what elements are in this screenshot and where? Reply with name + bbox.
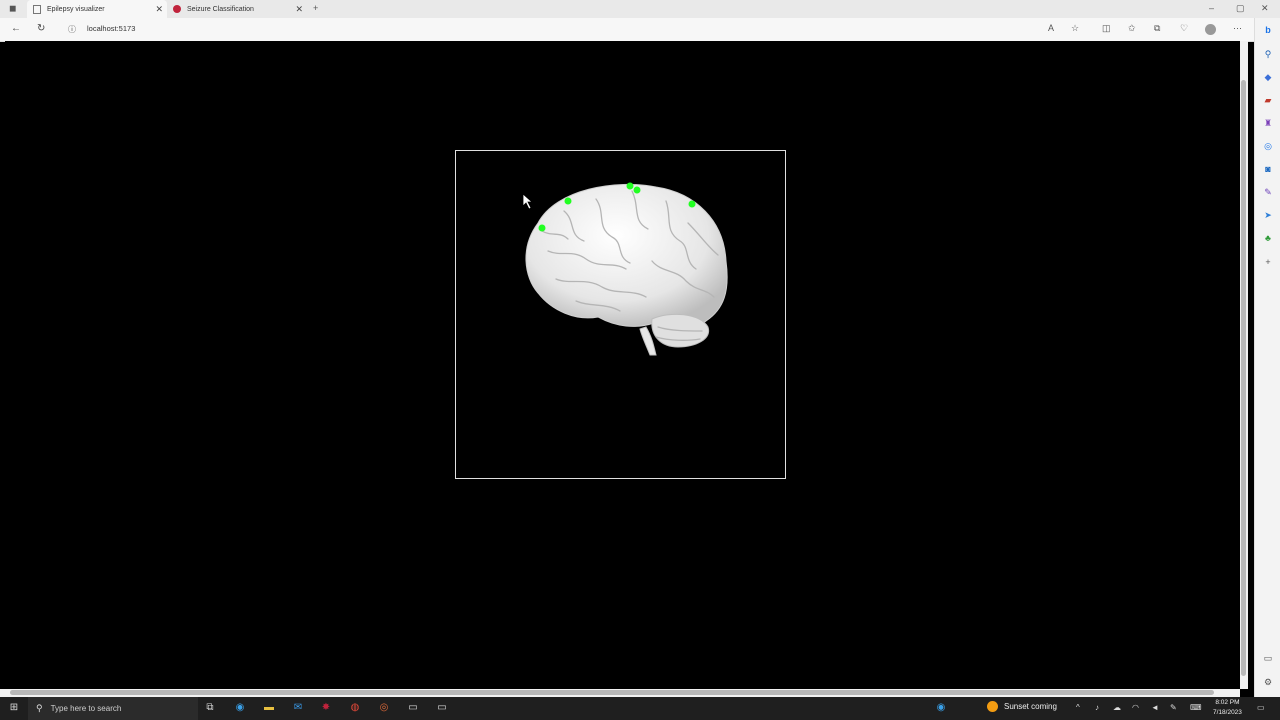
chevron-up-icon[interactable]: ^: [1076, 703, 1080, 712]
split-screen-icon[interactable]: ◫: [1102, 23, 1111, 34]
url-field[interactable]: localhost:5173: [87, 24, 135, 33]
app-tray-icon[interactable]: ◉: [935, 702, 947, 714]
terminal-icon[interactable]: ▭: [407, 702, 419, 714]
tab-epilepsy-visualizer[interactable]: Epilepsy visualizer ✕: [27, 0, 167, 18]
tools-icon[interactable]: ▰: [1262, 94, 1274, 106]
collections-icon[interactable]: ⧉: [1154, 23, 1160, 34]
start-icon[interactable]: ⊞: [8, 702, 20, 714]
tab-title: Seizure Classification: [187, 5, 254, 13]
site-favicon-icon: [173, 5, 181, 13]
brain-visualizer-canvas[interactable]: [455, 150, 786, 479]
notification-icon[interactable]: ▭: [1257, 703, 1265, 712]
weather-widget[interactable]: Sunset coming: [987, 701, 1057, 712]
minimize-icon[interactable]: –: [1209, 3, 1214, 13]
settings-icon[interactable]: ⚙: [1262, 676, 1274, 688]
maximize-icon[interactable]: ▢: [1236, 3, 1245, 14]
add-icon[interactable]: +: [1262, 256, 1274, 268]
onedrive-icon[interactable]: ☁: [1113, 703, 1121, 712]
electrode-marker: [564, 197, 572, 205]
microsoft-365-icon[interactable]: ◎: [1262, 140, 1274, 152]
network-icon[interactable]: ◠: [1132, 703, 1139, 712]
tree-icon[interactable]: ♣: [1262, 232, 1274, 244]
search-icon: ⚲: [36, 703, 43, 713]
vertical-scroll-thumb[interactable]: [1241, 80, 1246, 676]
weather-text: Sunset coming: [1004, 702, 1057, 711]
tab-title: Epilepsy visualizer: [47, 5, 105, 13]
more-icon[interactable]: ⋯: [1233, 23, 1242, 34]
window-close-icon[interactable]: ✕: [1261, 3, 1269, 14]
app-icon[interactable]: ◎: [378, 702, 390, 714]
bing-chat-icon[interactable]: b: [1262, 24, 1274, 36]
window-icon[interactable]: ▭: [436, 702, 448, 714]
volume-icon[interactable]: ◄: [1151, 703, 1159, 712]
clock-time: 8:02 PM: [1215, 699, 1240, 706]
electrode-marker: [626, 182, 634, 190]
drop-icon[interactable]: ✎: [1262, 186, 1274, 198]
clock[interactable]: 8:02 PM 7/18/2023: [1213, 698, 1242, 718]
edge-icon[interactable]: ◉: [234, 702, 246, 714]
profile-avatar-icon[interactable]: [1205, 24, 1216, 35]
close-tab-icon[interactable]: ✕: [295, 4, 303, 15]
taskbar-search[interactable]: ⚲ Type here to search: [28, 697, 198, 720]
sidebar-toggle-icon[interactable]: ▭: [1262, 652, 1274, 664]
microphone-icon[interactable]: ♪: [1095, 703, 1099, 712]
brain-model: [522, 182, 728, 356]
file-explorer-icon[interactable]: ▬: [263, 702, 275, 714]
tab-actions-icon[interactable]: ◼: [9, 3, 16, 14]
search-placeholder: Type here to search: [50, 704, 122, 713]
electrode-marker: [633, 186, 641, 194]
sun-icon: [987, 701, 998, 712]
chrome-icon[interactable]: ◍: [349, 702, 361, 714]
favorites-icon[interactable]: ✩: [1128, 23, 1136, 34]
address-bar-row: ← ↻ ⓘ localhost:5173 A ☆ ◫ ✩ ⧉ ♡ ⋯: [0, 18, 1280, 42]
tab-seizure-classification[interactable]: Seizure Classification ✕: [167, 0, 307, 18]
clock-date: 7/18/2023: [1213, 709, 1242, 716]
app-icon[interactable]: ✸: [320, 702, 332, 714]
outlook-icon[interactable]: ◙: [1262, 163, 1274, 175]
electrode-marker: [538, 224, 546, 232]
mail-icon[interactable]: ✉: [292, 702, 304, 714]
edge-sidebar: b ⚲ ◆ ▰ ♜ ◎ ◙ ✎ ➤ ♣ + ▭ ⚙: [1254, 18, 1280, 698]
horizontal-scroll-thumb[interactable]: [10, 690, 1214, 695]
tab-bar: ◼ Epilepsy visualizer ✕ Seizure Classifi…: [0, 0, 1280, 18]
windows-taskbar: ⊞ ⚲ Type here to search ⧉ ◉ ▬ ✉ ✸ ◍ ◎ ▭ …: [0, 697, 1280, 720]
pen-icon[interactable]: ✎: [1170, 703, 1177, 712]
read-aloud-icon[interactable]: A: [1048, 23, 1054, 33]
close-tab-icon[interactable]: ✕: [155, 4, 163, 15]
send-icon[interactable]: ➤: [1262, 209, 1274, 221]
browser-essentials-icon[interactable]: ♡: [1180, 23, 1188, 34]
electrode-marker: [688, 200, 696, 208]
new-tab-icon[interactable]: +: [313, 3, 318, 13]
refresh-icon[interactable]: ↻: [37, 23, 45, 34]
search-icon[interactable]: ⚲: [1262, 48, 1274, 60]
keyboard-icon[interactable]: ⌨: [1190, 703, 1202, 712]
games-icon[interactable]: ♜: [1262, 117, 1274, 129]
site-info-icon[interactable]: ⓘ: [68, 24, 76, 35]
page-icon: [33, 4, 41, 14]
shopping-icon[interactable]: ◆: [1262, 71, 1274, 83]
task-view-icon[interactable]: ⧉: [204, 702, 216, 714]
favorite-icon[interactable]: ☆: [1071, 23, 1079, 34]
back-icon[interactable]: ←: [11, 23, 21, 34]
mouse-cursor-icon: [522, 193, 534, 210]
